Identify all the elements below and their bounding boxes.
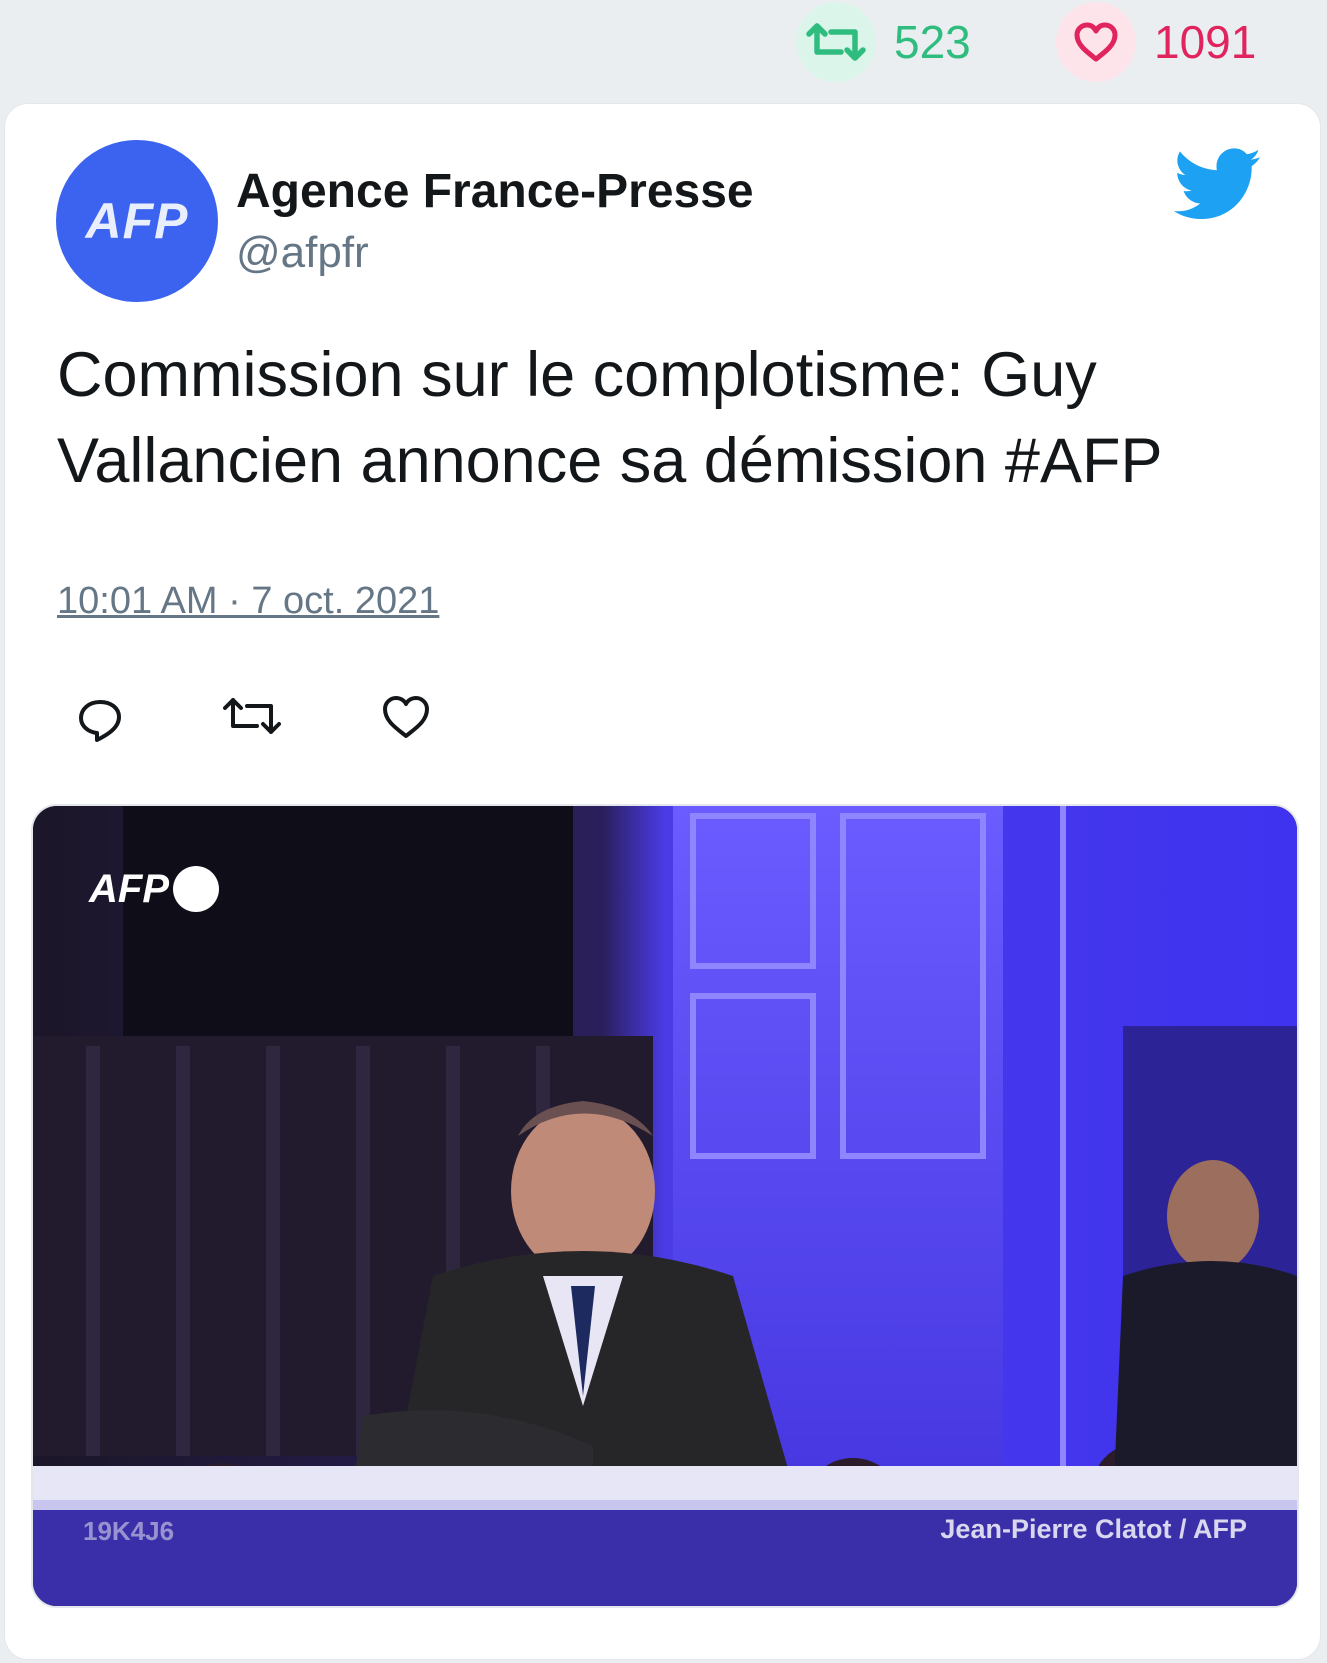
photo-code: 19K4J6 bbox=[83, 1516, 175, 1546]
author-handle[interactable]: @afpfr bbox=[236, 228, 369, 278]
tweet-text: Commission sur le complotisme: Guy Valla… bbox=[57, 340, 1163, 496]
author-name[interactable]: Agence France-Presse bbox=[236, 164, 754, 219]
twitter-bird-icon[interactable] bbox=[1173, 148, 1263, 227]
retweet-stat[interactable]: 523 bbox=[796, 0, 971, 84]
watermark-text: AFP bbox=[89, 866, 169, 911]
tweet-card: AFP Agence France-Presse @afpfr Commissi… bbox=[4, 103, 1321, 1660]
avatar-logo-text: AFP bbox=[85, 193, 189, 249]
like-stat[interactable]: 1091 bbox=[1056, 0, 1256, 84]
heart-icon[interactable] bbox=[1056, 2, 1136, 82]
heart-icon[interactable] bbox=[381, 694, 431, 745]
watermark-dot bbox=[173, 866, 219, 912]
reply-icon[interactable] bbox=[75, 694, 125, 749]
retweet-icon[interactable] bbox=[221, 694, 283, 743]
tweet-timestamp[interactable]: 10:01 AM · 7 oct. 2021 bbox=[57, 580, 439, 623]
retweet-count: 523 bbox=[894, 16, 971, 68]
afp-watermark: AFP bbox=[89, 866, 219, 912]
like-count: 1091 bbox=[1154, 16, 1257, 68]
avatar[interactable]: AFP bbox=[56, 140, 218, 302]
engagement-stats: 523 1091 bbox=[0, 0, 1327, 100]
retweet-icon[interactable] bbox=[796, 2, 876, 82]
photo-scene bbox=[33, 806, 1297, 1606]
tweet-photo[interactable]: AFP 19K4J6 Jean-Pierre Clatot / AFP bbox=[31, 804, 1299, 1608]
photo-credit: Jean-Pierre Clatot / AFP bbox=[940, 1514, 1247, 1544]
